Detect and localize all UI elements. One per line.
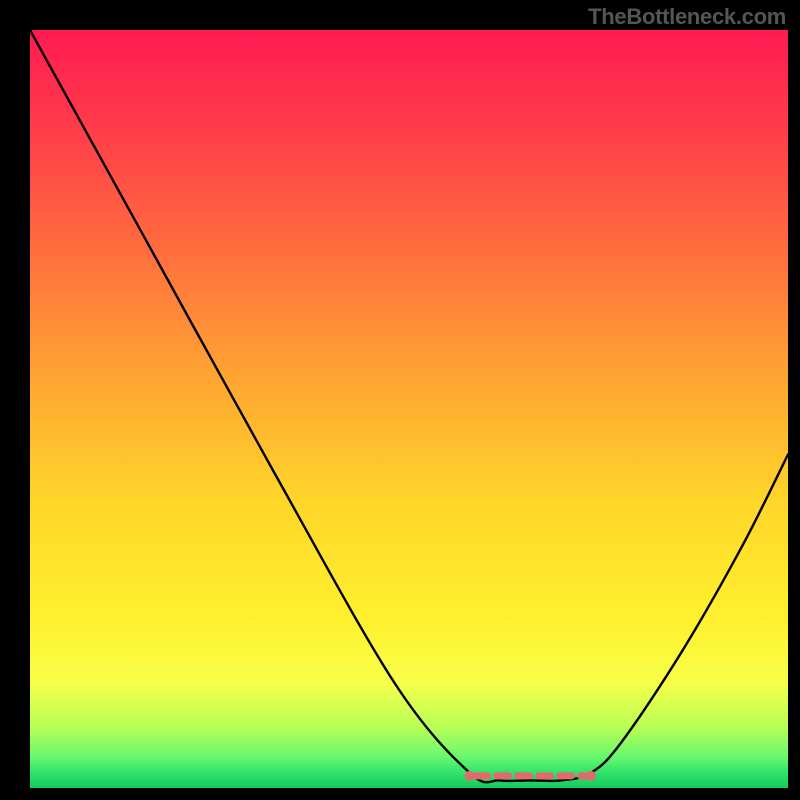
chart-frame: TheBottleneck.com xyxy=(0,0,800,800)
attribution-text: TheBottleneck.com xyxy=(588,4,786,30)
plot-area xyxy=(30,30,788,788)
bottleneck-curve xyxy=(30,30,788,782)
curve-layer xyxy=(30,30,788,788)
